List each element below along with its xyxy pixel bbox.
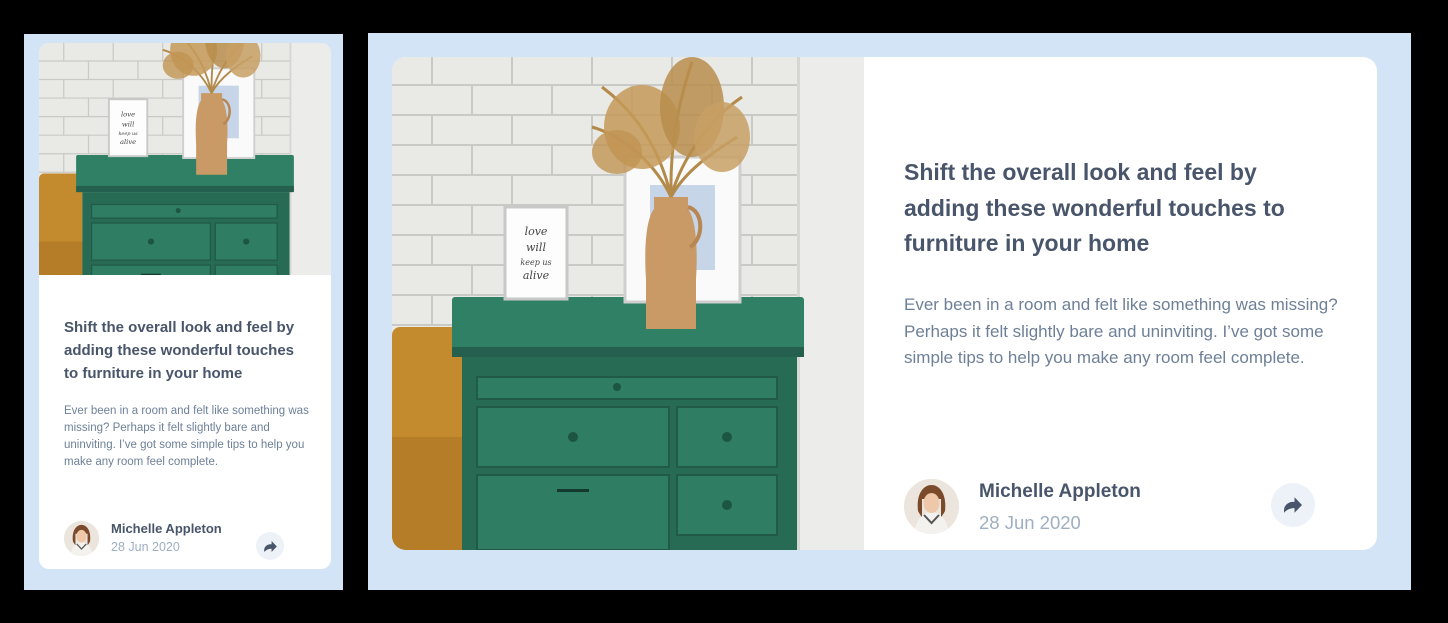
avatar [904, 479, 959, 534]
publish-date: 28 Jun 2020 [111, 540, 180, 554]
mobile-preview-panel: Shift the overall look and feel by addin… [24, 34, 343, 590]
article-headline[interactable]: Shift the overall look and feel by addin… [64, 316, 309, 385]
share-arrow-icon [1284, 497, 1302, 513]
avatar [64, 521, 99, 556]
article-description: Ever been in a room and felt like someth… [904, 295, 1338, 367]
desktop-preview-panel: Shift the overall look and feel by addin… [368, 33, 1411, 590]
article-image [39, 43, 331, 275]
share-arrow-icon [264, 541, 277, 552]
article-description: Ever been in a room and felt like someth… [64, 405, 309, 468]
author-name: Michelle Appleton [979, 481, 1141, 502]
share-button[interactable] [256, 532, 284, 560]
share-button[interactable] [1271, 483, 1315, 527]
publish-date: 28 Jun 2020 [979, 512, 1081, 533]
article-headline[interactable]: Shift the overall look and feel by addin… [904, 155, 1334, 262]
author-name: Michelle Appleton [111, 521, 222, 536]
article-image [392, 57, 864, 550]
article-card-mobile: Shift the overall look and feel by addin… [39, 43, 331, 569]
article-card-desktop: Shift the overall look and feel by addin… [392, 57, 1377, 550]
